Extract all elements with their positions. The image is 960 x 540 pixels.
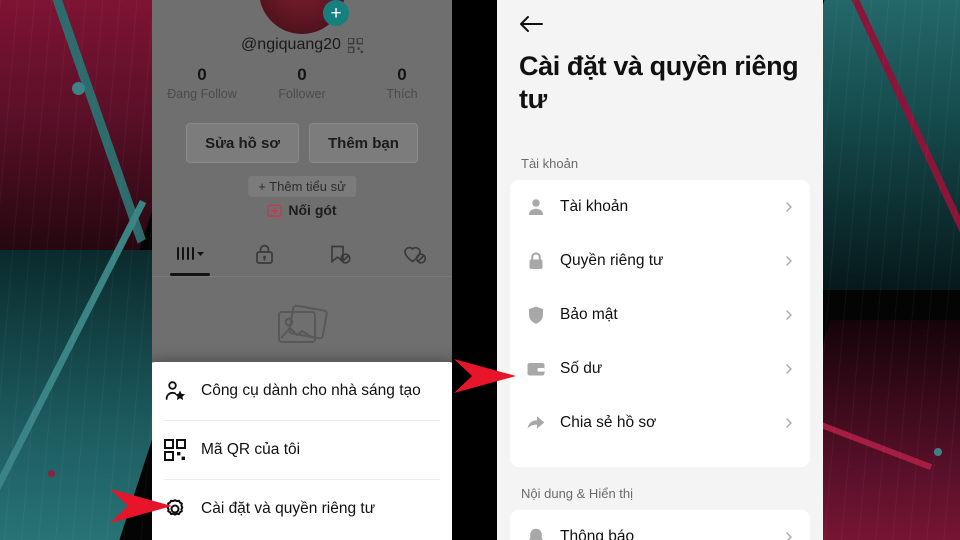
left-phone-screen: + @ngiquang20 0 Đang Follow 0 Follower 0… — [152, 0, 452, 540]
profile-handle: @ngiquang20 — [241, 36, 341, 53]
streak-overlay — [0, 0, 152, 540]
chevron-right-icon — [786, 364, 792, 374]
tab-liked[interactable] — [377, 232, 452, 276]
settings-row-label: Chia sẻ hồ sơ — [560, 414, 657, 431]
share-icon — [526, 413, 546, 433]
settings-row-security[interactable]: Bảo mật — [510, 288, 810, 342]
handle-row: @ngiquang20 — [152, 36, 452, 54]
chevron-right-icon — [786, 256, 792, 266]
menu-item-label: Công cụ dành cho nhà sáng tạo — [201, 382, 421, 399]
section-heading-content-display: Nội dung & Hiển thị — [521, 486, 634, 501]
tab-posts[interactable] — [152, 232, 227, 276]
add-bio-button[interactable]: + Thêm tiểu sử — [248, 176, 356, 197]
settings-row-notifications[interactable]: Thông báo — [510, 510, 810, 540]
avatar[interactable]: + — [259, 0, 349, 34]
profile-stats: 0 Đang Follow 0 Follower 0 Thích — [152, 64, 452, 101]
qr-code-icon[interactable] — [347, 37, 363, 53]
shield-icon — [526, 305, 546, 325]
chevron-right-icon — [786, 310, 792, 320]
menu-item-label: Cài đặt và quyền riêng tư — [201, 500, 376, 517]
settings-row-privacy[interactable]: Quyền riêng tư — [510, 234, 810, 288]
stat-label: Thích — [386, 87, 418, 101]
chevron-right-icon — [786, 202, 792, 212]
stat-following[interactable]: 0 Đang Follow — [152, 64, 252, 101]
add-friend-button[interactable]: Thêm bạn — [309, 123, 418, 163]
settings-card-content-display: Thông báo — [510, 510, 810, 540]
settings-card-account: Tài khoản Quyền riêng tư Bảo mật Số dư C… — [510, 180, 810, 467]
chevron-right-icon — [786, 418, 792, 428]
arrow-to-balance-row — [452, 357, 518, 395]
profile-actions: Sửa hồ sơ Thêm bạn — [152, 123, 452, 163]
profile-tabs — [152, 232, 452, 276]
menu-item-label: Mã QR của tôi — [201, 441, 301, 458]
background-art-right — [820, 0, 960, 540]
settings-row-share-profile[interactable]: Chia sẻ hồ sơ — [510, 396, 810, 450]
bell-icon — [526, 527, 546, 540]
settings-row-balance[interactable]: Số dư — [510, 342, 810, 396]
tab-saved[interactable] — [302, 232, 377, 276]
page-title: Cài đặt và quyền riêng tư — [519, 51, 799, 114]
settings-row-label: Số dư — [560, 360, 603, 377]
streak-overlay — [820, 0, 960, 540]
stat-likes[interactable]: 0 Thích — [352, 64, 452, 101]
settings-row-label: Thông báo — [560, 528, 635, 540]
qr-code-icon — [164, 439, 186, 461]
photo-stack-icon — [271, 300, 333, 357]
tab-divider — [152, 276, 452, 277]
settings-row-label: Quyền riêng tư — [560, 252, 664, 269]
settings-row-label: Tài khoản — [560, 198, 629, 215]
edit-profile-button[interactable]: Sửa hồ sơ — [186, 123, 300, 163]
settings-row-account[interactable]: Tài khoản — [510, 180, 810, 234]
menu-item-my-qr[interactable]: Mã QR của tôi — [152, 421, 452, 479]
settings-row-label: Bảo mật — [560, 306, 618, 323]
stat-value: 0 — [197, 65, 207, 84]
creator-tools-icon — [164, 380, 186, 402]
settings-page: Cài đặt và quyền riêng tư Tài khoản Tài … — [497, 0, 823, 540]
profile-menu-sheet: Công cụ dành cho nhà sáng tạo Mã QR của … — [152, 362, 452, 540]
menu-item-settings-privacy[interactable]: Cài đặt và quyền riêng tư — [152, 480, 452, 538]
lock-icon — [526, 251, 546, 271]
right-phone-screen: Cài đặt và quyền riêng tư Tài khoản Tài … — [497, 0, 823, 540]
add-box-icon — [267, 203, 283, 218]
heel-row[interactable]: Nối gót — [152, 202, 452, 218]
screenshot-stage: + @ngiquang20 0 Đang Follow 0 Follower 0… — [0, 0, 960, 540]
stat-label: Đang Follow — [167, 87, 237, 101]
heel-label: Nối gót — [288, 202, 337, 218]
background-art-left — [0, 0, 152, 540]
section-heading-account: Tài khoản — [521, 156, 579, 171]
panel-gap — [452, 0, 497, 540]
stat-value: 0 — [297, 65, 307, 84]
person-icon — [526, 197, 546, 217]
stat-label: Follower — [278, 87, 326, 101]
wallet-icon — [526, 359, 546, 379]
chevron-right-icon — [786, 532, 792, 540]
arrow-to-settings-menu-item — [108, 487, 174, 525]
back-arrow-icon[interactable] — [515, 8, 547, 40]
menu-item-creator-tools[interactable]: Công cụ dành cho nhà sáng tạo — [152, 362, 452, 420]
add-friend-badge-icon[interactable]: + — [323, 0, 349, 26]
tab-private[interactable] — [227, 232, 302, 276]
stat-value: 0 — [397, 65, 407, 84]
stat-followers[interactable]: 0 Follower — [252, 64, 352, 101]
